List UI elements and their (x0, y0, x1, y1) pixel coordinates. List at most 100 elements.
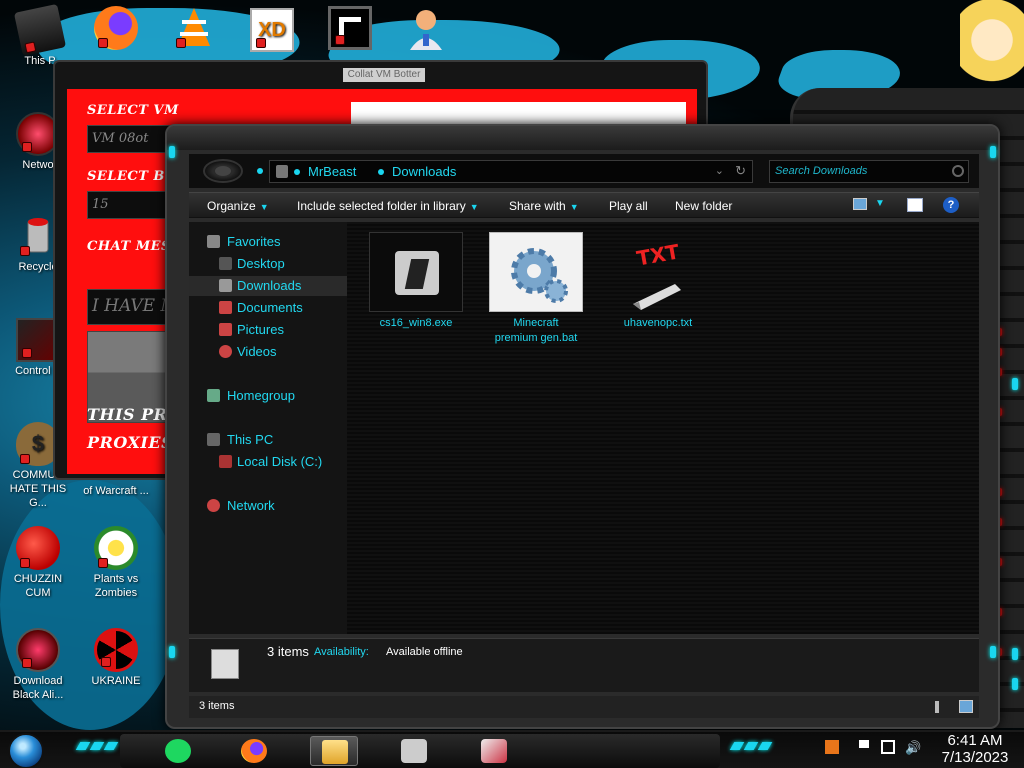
star-icon (207, 235, 220, 248)
include-in-library-button[interactable]: Include selected folder in library ▼ (297, 199, 479, 213)
file-name: cs16_win8.exe (379, 317, 453, 329)
desktop-icon-game[interactable] (312, 6, 388, 52)
play-all-button[interactable]: Play all (609, 199, 648, 213)
nav-item-this-pc[interactable]: This PC (189, 430, 347, 450)
include-in-library-label: Include selected folder in library (297, 199, 466, 213)
flower-icon (94, 526, 138, 570)
clock-time: 6:41 AM (947, 732, 1003, 749)
nav-label: Pictures (237, 322, 284, 337)
search-icon[interactable] (952, 165, 964, 177)
breadcrumb-downloads[interactable]: Downloads (392, 164, 456, 179)
nav-item-favorites[interactable]: Favorites (189, 232, 347, 252)
nav-label: Downloads (237, 278, 302, 293)
nav-item-videos[interactable]: Videos (189, 342, 347, 362)
desktop-icon-user[interactable] (388, 6, 464, 52)
taskbar-monitor[interactable] (470, 736, 518, 766)
nav-item-desktop[interactable]: Desktop (189, 254, 347, 274)
network-icon (207, 499, 220, 512)
breadcrumb-mrbeast[interactable]: MrBeast (308, 164, 356, 179)
user-icon (404, 6, 448, 50)
nav-dot-icon (257, 168, 263, 174)
nav-label: Homegroup (227, 388, 295, 403)
nav-item-homegroup[interactable]: Homegroup (189, 386, 347, 406)
share-with-button[interactable]: Share with ▼ (509, 199, 579, 213)
desktop-icon-label: Download (13, 675, 63, 687)
desktop-icon-label: UKRAINE (91, 675, 141, 687)
status-bar: 3 items (189, 696, 979, 718)
desktop-icon-chuzzin[interactable]: CHUZZIN CUM (0, 526, 76, 600)
preview-pane-icon[interactable] (907, 198, 923, 212)
file-item[interactable]: TXT uhavenopc.txt (603, 232, 713, 331)
refresh-icon[interactable]: ↻ (735, 163, 746, 179)
desktop-icon-black-ali[interactable]: Download Black Ali... (0, 628, 76, 702)
large-icons-view-icon[interactable] (959, 700, 973, 713)
clock[interactable]: 6:41 AM 7/13/2023 (930, 732, 1020, 766)
nav-label: Network (227, 498, 275, 513)
nav-label: Favorites (227, 234, 281, 249)
alien-orb-icon (16, 628, 60, 672)
new-folder-button[interactable]: New folder (675, 199, 732, 213)
window-frame-top[interactable] (167, 126, 998, 150)
character-wallpaper-art (960, 0, 1024, 100)
help-icon[interactable]: ? (943, 197, 959, 213)
taskbar-firefox[interactable] (230, 736, 278, 766)
navigation-bar: MrBeast Downloads ⌄ ↻ Search Downloads (189, 154, 979, 188)
counter-strike-icon (401, 739, 427, 763)
frame-led (990, 146, 996, 158)
frame-led (990, 646, 996, 658)
nav-label: Desktop (237, 256, 285, 271)
action-center-flag-icon[interactable] (859, 740, 869, 748)
address-dropdown-icon[interactable]: ⌄ (715, 164, 724, 177)
desktop-icon-plants-vs-zombies[interactable]: Plants vs Zombies (78, 526, 154, 600)
file-explorer-window[interactable]: MrBeast Downloads ⌄ ↻ Search Downloads O… (165, 124, 1000, 729)
nav-item-documents[interactable]: Documents (189, 298, 347, 318)
clock-date: 7/13/2023 (941, 749, 1009, 766)
file-item[interactable]: cs16_win8.exe (361, 232, 471, 331)
desktop-icon-ukraine[interactable]: UKRAINE (78, 628, 154, 688)
file-explorer-icon (322, 740, 348, 764)
nav-item-downloads[interactable]: Downloads (189, 276, 347, 296)
txt-icon: TXT (611, 232, 705, 312)
select-vm-label: SELECT VM (87, 103, 179, 118)
taskbar-stripe (89, 742, 105, 750)
nav-label: Documents (237, 300, 303, 315)
nav-item-local-disk[interactable]: Local Disk (C:) (189, 452, 347, 472)
search-box[interactable]: Search Downloads (769, 160, 969, 183)
file-item[interactable]: Minecraft premium gen.bat (481, 232, 591, 346)
chuzzle-icon (16, 526, 60, 570)
bot-window-title: Collat VM Botter (343, 68, 425, 82)
xd-icon: XD (250, 8, 294, 52)
desktop: This P XD Netwo Recycle Control P $ COMM… (0, 0, 1024, 730)
desktop-icon-label: HATE THIS G... (9, 483, 67, 509)
taskbar-spotify[interactable] (154, 736, 202, 766)
view-dropdown-icon[interactable]: ▼ (875, 198, 885, 209)
organize-button[interactable]: Organize ▼ (207, 199, 269, 213)
desktop-icon-xd[interactable]: XD (234, 8, 310, 54)
back-forward-orb-icon[interactable] (203, 159, 243, 183)
gears-icon (489, 232, 583, 312)
volume-icon[interactable]: 🔊 (905, 740, 921, 755)
desktop-icon-label: CUM (25, 587, 51, 599)
network-status-icon[interactable] (881, 740, 895, 754)
taskbar-stripe (743, 742, 759, 750)
status-item-count: 3 items (199, 700, 235, 712)
taskbar-stripe (729, 742, 745, 750)
start-button[interactable] (8, 733, 44, 768)
desktop-icon-firefox[interactable] (78, 6, 154, 52)
file-name: premium gen.bat (494, 332, 578, 344)
address-bar[interactable]: MrBeast Downloads ⌄ ↻ (269, 160, 753, 183)
tray-app-icon[interactable] (825, 740, 839, 754)
change-view-icon[interactable] (853, 198, 867, 210)
desktop-icon-this-pc[interactable]: This P (2, 3, 78, 68)
taskbar-counter-strike[interactable] (390, 736, 438, 766)
firefox-icon (241, 739, 267, 763)
file-name: uhavenopc.txt (623, 317, 693, 329)
desktop-icon-vlc[interactable] (156, 6, 232, 52)
details-view-icon[interactable] (935, 701, 939, 713)
taskbar-stripe (75, 742, 91, 750)
documents-icon (219, 301, 232, 314)
taskbar-file-explorer[interactable] (310, 736, 358, 766)
nav-item-pictures[interactable]: Pictures (189, 320, 347, 340)
nav-item-network[interactable]: Network (189, 496, 347, 516)
taskbar-stripe (757, 742, 773, 750)
